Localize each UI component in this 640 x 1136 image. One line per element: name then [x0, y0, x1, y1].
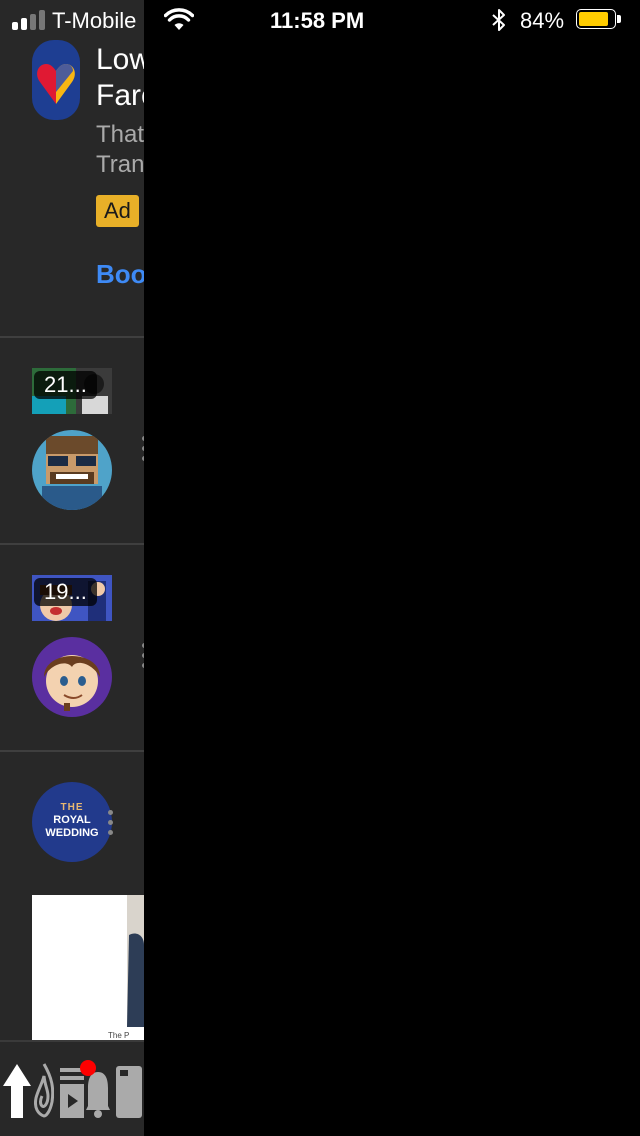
ad-cta-button[interactable]: Boo — [96, 259, 144, 290]
wifi-icon — [164, 8, 194, 30]
signal-icon — [12, 10, 46, 30]
video-duration: 21... — [34, 371, 97, 399]
advertiser-logo-icon[interactable] — [32, 40, 80, 120]
ad-title[interactable]: Low Fare — [96, 42, 144, 114]
bluetooth-icon — [492, 9, 505, 31]
bottom-nav — [0, 1040, 144, 1136]
trending-icon[interactable] — [34, 1062, 54, 1118]
channel-avatar[interactable] — [32, 637, 112, 717]
video-thumbnail[interactable]: 19... — [32, 575, 112, 621]
clock: 11:58 PM — [270, 8, 365, 33]
notification-badge — [80, 1060, 96, 1076]
carrier-name: T-Mobile — [52, 8, 137, 33]
channel-avatar[interactable] — [32, 430, 112, 510]
divider — [0, 336, 144, 338]
channel-avatar[interactable]: THE ROYAL WEDDING — [32, 782, 112, 862]
video-duration: 19... — [34, 578, 97, 606]
ad-badge: Ad — [96, 195, 139, 227]
feed-strip: Low Fare That Tran Ad Boo 21... — [0, 0, 144, 1136]
subscriptions-icon[interactable] — [60, 1068, 84, 1118]
post-image[interactable]: The P — [32, 895, 144, 1040]
battery-icon — [576, 9, 622, 31]
status-bar: T-Mobile 11:58 PM 84% — [0, 0, 640, 40]
divider — [0, 543, 144, 545]
battery-percent: 84% — [520, 8, 565, 33]
home-icon[interactable] — [2, 1062, 32, 1118]
video-thumbnail[interactable]: 21... — [32, 368, 112, 414]
post-image-caption: The P — [108, 1031, 130, 1040]
library-icon[interactable] — [116, 1066, 142, 1118]
ad-description: That Tran — [96, 121, 144, 178]
blank-overlay — [144, 0, 640, 1136]
more-options-icon[interactable] — [106, 810, 114, 838]
divider — [0, 750, 144, 752]
